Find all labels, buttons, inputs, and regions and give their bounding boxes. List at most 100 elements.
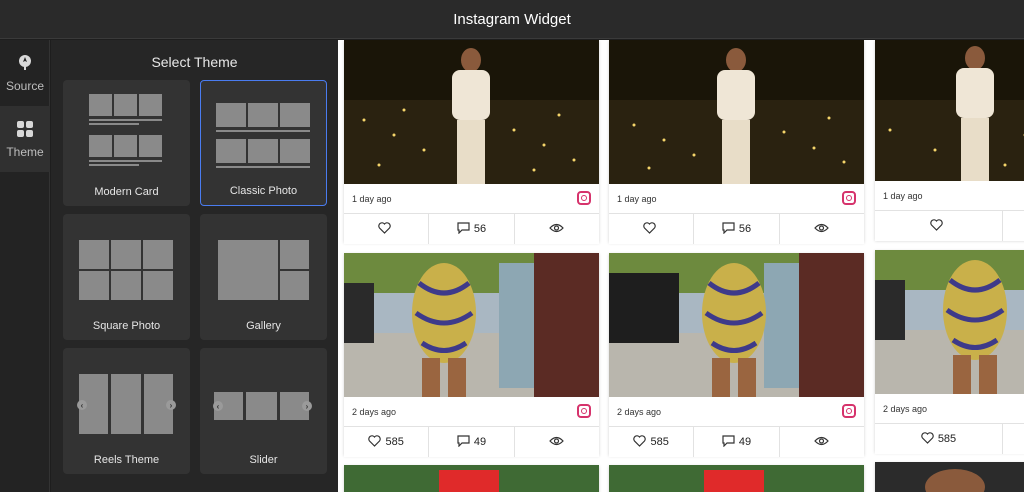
theme-card-reels-theme[interactable]: ‹ › Reels Theme (63, 348, 190, 474)
post-card[interactable] (344, 465, 599, 492)
thumbnail-tile (89, 135, 112, 157)
comment-count: 49 (738, 436, 752, 448)
post-stats: 585 49 (875, 424, 1024, 454)
thumbnail-tile (111, 374, 141, 434)
thumbnail-line (89, 160, 162, 162)
heart-icon (930, 218, 943, 234)
post-stats: 56 (609, 214, 864, 244)
view-button[interactable] (780, 214, 864, 244)
post-meta: 1 day ago (875, 181, 1024, 211)
chevron-left-icon: ‹ (213, 401, 223, 411)
post-time: 1 day ago (617, 194, 657, 204)
comment-icon (722, 221, 735, 237)
thumbnail-tile (114, 94, 137, 116)
thumbnail-tile (248, 139, 278, 163)
post-time: 2 days ago (883, 404, 928, 414)
thumbnail-line (216, 130, 310, 132)
comment-count: 49 (473, 436, 487, 448)
post-card[interactable]: 1 day ago 56 (609, 40, 864, 244)
like-count: 585 (937, 433, 957, 445)
grid-icon (16, 120, 34, 145)
post-meta: 2 days ago (344, 397, 599, 427)
instagram-icon[interactable] (577, 191, 591, 205)
thumbnail-tile (143, 271, 173, 300)
chevron-right-icon: › (302, 401, 312, 411)
post-card[interactable]: 1 day ago 56 (875, 40, 1024, 241)
comment-icon (722, 434, 735, 450)
theme-card-modern-card[interactable]: Modern Card (63, 80, 190, 206)
view-button[interactable] (515, 427, 599, 457)
heart-icon (368, 434, 382, 450)
instagram-icon[interactable] (842, 404, 856, 418)
like-button[interactable] (344, 214, 430, 244)
post-stats: 56 (344, 214, 599, 244)
post-stats: 585 49 (344, 427, 599, 457)
instagram-icon[interactable] (577, 404, 591, 418)
post-meta: 2 days ago (875, 394, 1024, 424)
like-count: 585 (385, 436, 404, 448)
post-stats: 585 49 (609, 427, 864, 457)
post-photo[interactable] (609, 253, 864, 397)
theme-label: Reels Theme (93, 454, 160, 466)
post-card[interactable]: 1 day ago 56 (344, 40, 599, 244)
thumbnail-tile (280, 240, 309, 269)
rail-item-source[interactable]: Source (0, 40, 50, 106)
rail-item-theme[interactable]: Theme (0, 106, 50, 172)
instagram-feed-preview: 1 day ago 56 1 day ago 56 1 day ago 2 da… (338, 40, 1024, 492)
chevron-right-icon: › (166, 400, 176, 410)
theme-card-classic-photo[interactable]: Classic Photo (200, 80, 327, 206)
thumbnail-tile (139, 94, 162, 116)
eye-icon (814, 223, 830, 236)
like-button[interactable]: 585 (609, 427, 695, 457)
post-card[interactable]: 2 days ago 585 49 (344, 253, 599, 457)
like-button[interactable]: 585 (344, 427, 430, 457)
post-meta: 1 day ago (609, 184, 864, 214)
post-time: 2 days ago (617, 407, 662, 417)
theme-card-square-photo[interactable]: Square Photo (63, 214, 190, 340)
comment-count: 56 (738, 223, 752, 235)
panel-title: Select Theme (151, 54, 238, 70)
post-photo[interactable] (875, 250, 1024, 394)
comment-button[interactable]: 49 (694, 427, 780, 457)
thumbnail-tile (111, 271, 141, 300)
comment-button[interactable]: 56 (429, 214, 515, 244)
view-button[interactable] (515, 214, 599, 244)
post-photo[interactable] (344, 40, 599, 184)
rail-item-label: Source (5, 78, 45, 93)
thumbnail-line (89, 164, 139, 166)
thumbnail-tile (280, 271, 309, 300)
post-card[interactable]: 2 days ago 585 49 (609, 253, 864, 457)
post-card[interactable] (875, 462, 1024, 492)
post-card[interactable]: 2 days ago 585 49 (875, 250, 1024, 454)
thumbnail-tile (246, 392, 277, 420)
post-card[interactable] (609, 465, 864, 492)
theme-card-slider[interactable]: ‹ › Slider (200, 348, 327, 474)
theme-card-gallery[interactable]: Gallery (200, 214, 327, 340)
thumbnail-line (89, 123, 139, 125)
like-button[interactable] (875, 211, 1003, 241)
thumbnail-tile (114, 135, 137, 157)
post-photo[interactable] (609, 40, 864, 184)
post-photo[interactable] (609, 465, 864, 492)
eye-icon (814, 436, 830, 449)
like-count: 585 (650, 436, 669, 448)
thumbnail-tile (111, 240, 141, 269)
like-button[interactable] (609, 214, 695, 244)
thumbnail-tile (216, 103, 246, 127)
post-photo[interactable] (344, 253, 599, 397)
thumbnail-tile (143, 240, 173, 269)
comment-button[interactable]: 56 (694, 214, 780, 244)
post-photo[interactable] (344, 465, 599, 492)
comment-button[interactable]: 49 (429, 427, 515, 457)
comment-button[interactable]: 56 (1003, 211, 1024, 241)
view-button[interactable] (780, 427, 864, 457)
like-button[interactable]: 585 (875, 424, 1003, 454)
post-time: 1 day ago (883, 191, 923, 201)
left-rail: Source Theme (0, 40, 50, 492)
post-photo[interactable] (875, 462, 1024, 492)
thumbnail-line (216, 166, 310, 168)
comment-button[interactable]: 49 (1003, 424, 1024, 454)
post-photo[interactable] (875, 40, 1024, 181)
post-time: 2 days ago (352, 407, 397, 417)
instagram-icon[interactable] (842, 191, 856, 205)
